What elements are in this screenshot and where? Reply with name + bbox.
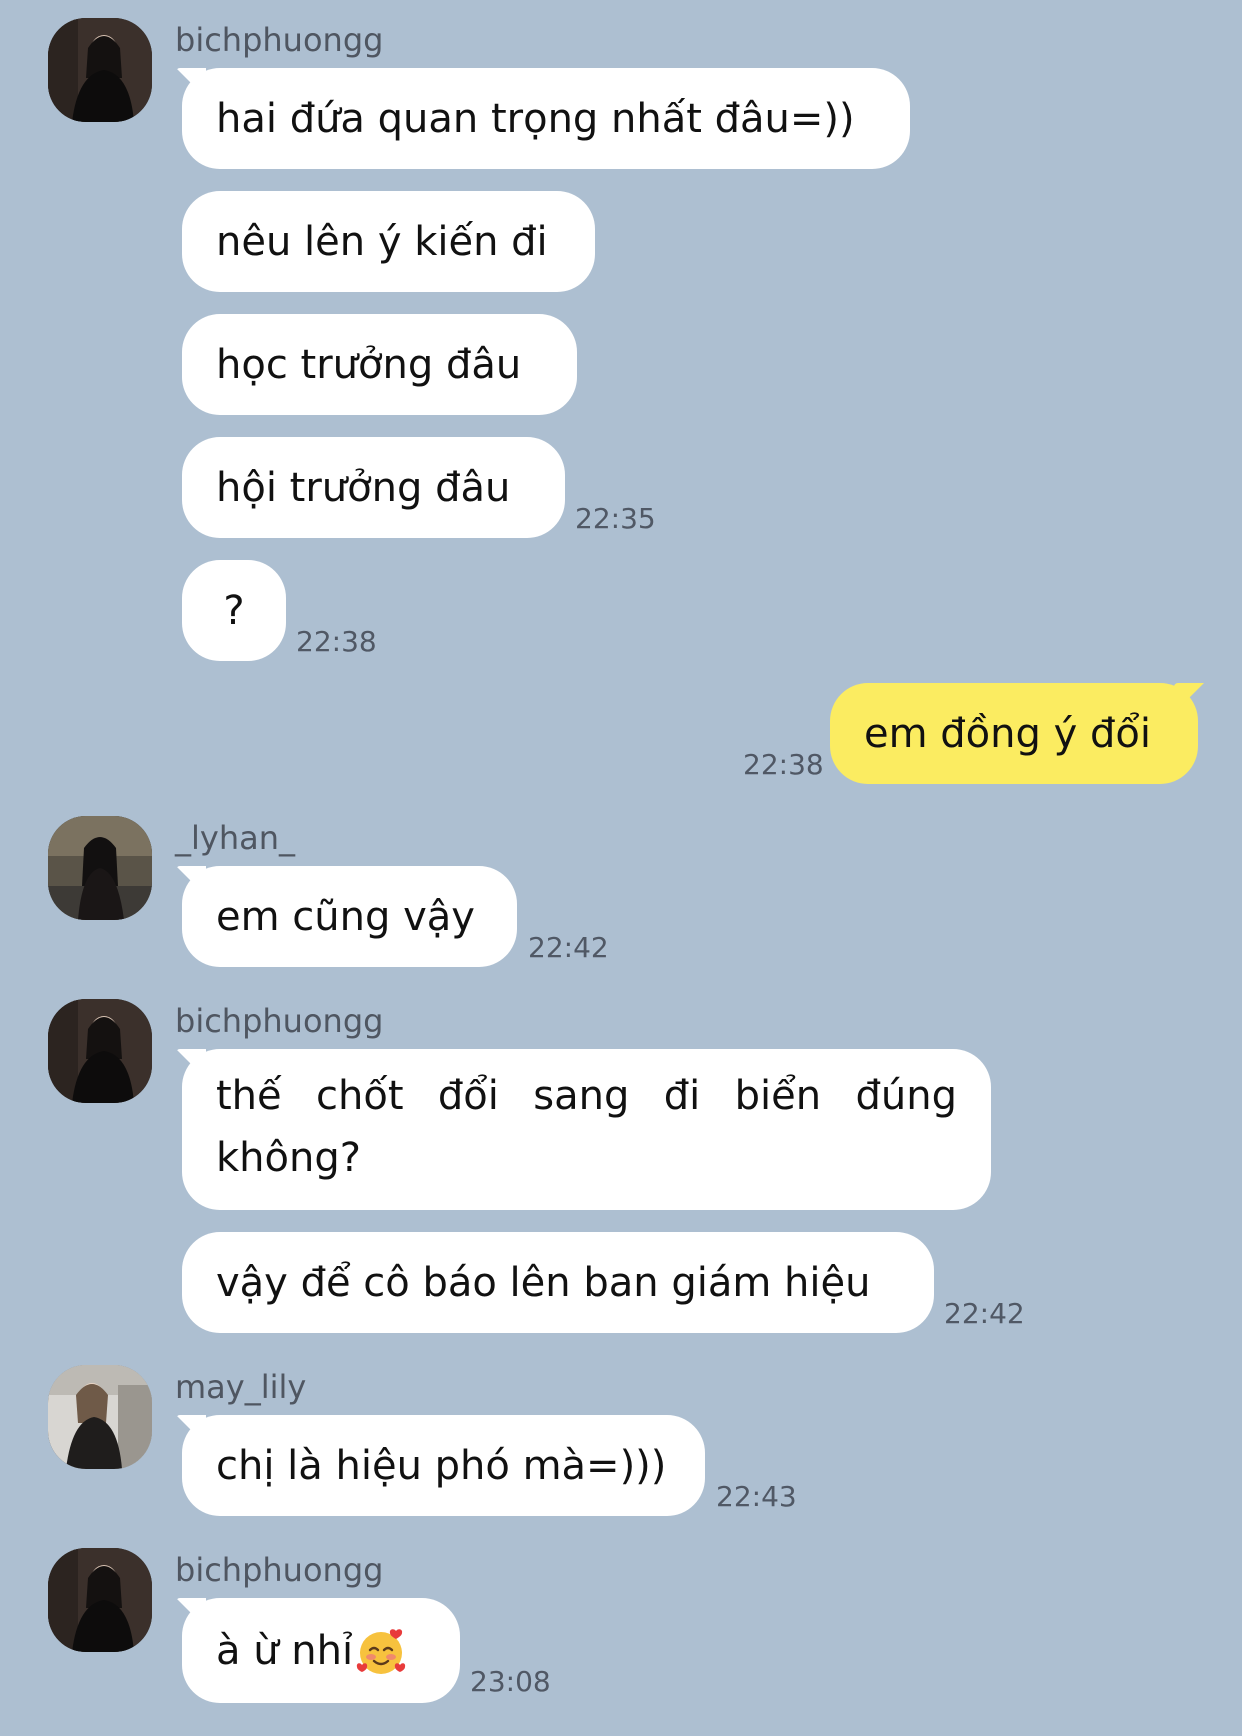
message-timestamp: 22:43 bbox=[716, 1480, 797, 1513]
message-timestamp: 22:42 bbox=[944, 1297, 1025, 1330]
sender-name: bichphuongg bbox=[175, 1002, 384, 1040]
message-text: ? bbox=[223, 587, 245, 634]
message-text: nêu lên ý kiến đi bbox=[216, 218, 548, 265]
message-bubble[interactable]: chị là hiệu phó mà=))) bbox=[182, 1415, 705, 1516]
sender-name: _lyhan_ bbox=[175, 819, 295, 857]
message-text: vậy để cô báo lên ban giám hiệu bbox=[216, 1259, 871, 1306]
message-text-multiline: thế chốt đổi sang đi biển đúng không? bbox=[216, 1065, 957, 1189]
outgoing-message-bubble[interactable]: em đồng ý đổi bbox=[830, 683, 1198, 784]
message-bubble[interactable]: à ừ nhỉ bbox=[182, 1598, 460, 1703]
message-bubble[interactable]: vậy để cô báo lên ban giám hiệu bbox=[182, 1232, 934, 1333]
message-timestamp: 22:38 bbox=[743, 748, 824, 781]
avatar-lyhan[interactable] bbox=[48, 816, 152, 920]
message-bubble[interactable]: nêu lên ý kiến đi bbox=[182, 191, 595, 292]
word: thế bbox=[216, 1073, 282, 1119]
message-text: à ừ nhỉ bbox=[216, 1627, 354, 1674]
message-text: hội trưởng đâu bbox=[216, 464, 511, 511]
smiling-face-with-hearts-icon bbox=[355, 1625, 407, 1677]
message-timestamp: 22:35 bbox=[575, 502, 656, 535]
word: chốt bbox=[316, 1073, 404, 1119]
word: sang bbox=[533, 1073, 630, 1119]
sender-name: bichphuongg bbox=[175, 21, 384, 59]
avatar-bichphuongg[interactable] bbox=[48, 999, 152, 1103]
message-line: không? bbox=[216, 1135, 361, 1181]
message-timestamp: 23:08 bbox=[470, 1665, 551, 1698]
message-bubble[interactable]: học trưởng đâu bbox=[182, 314, 577, 415]
word: biển bbox=[734, 1073, 822, 1119]
message-line: thế chốt đổi sang đi biển đúng bbox=[216, 1065, 957, 1127]
message-text: em đồng ý đổi bbox=[864, 710, 1151, 757]
message-bubble[interactable]: ? bbox=[182, 560, 286, 661]
word: đúng bbox=[855, 1073, 957, 1119]
message-bubble[interactable]: em cũng vậy bbox=[182, 866, 517, 967]
word: đi bbox=[663, 1073, 701, 1119]
message-text: học trưởng đâu bbox=[216, 341, 522, 388]
message-timestamp: 22:42 bbox=[528, 931, 609, 964]
message-bubble[interactable]: hai đứa quan trọng nhất đâu=)) bbox=[182, 68, 910, 169]
avatar-may-lily[interactable] bbox=[48, 1365, 152, 1469]
message-bubble[interactable]: hội trưởng đâu bbox=[182, 437, 565, 538]
avatar-bichphuongg[interactable] bbox=[48, 1548, 152, 1652]
sender-name: may_lily bbox=[175, 1368, 307, 1406]
message-text: hai đứa quan trọng nhất đâu=)) bbox=[216, 95, 855, 142]
message-bubble[interactable]: thế chốt đổi sang đi biển đúng không? bbox=[182, 1049, 991, 1210]
avatar-bichphuongg[interactable] bbox=[48, 18, 152, 122]
word: đổi bbox=[437, 1073, 499, 1119]
message-timestamp: 22:38 bbox=[296, 625, 377, 658]
sender-name: bichphuongg bbox=[175, 1551, 384, 1589]
message-text: em cũng vậy bbox=[216, 893, 475, 940]
message-text: chị là hiệu phó mà=))) bbox=[216, 1442, 667, 1489]
